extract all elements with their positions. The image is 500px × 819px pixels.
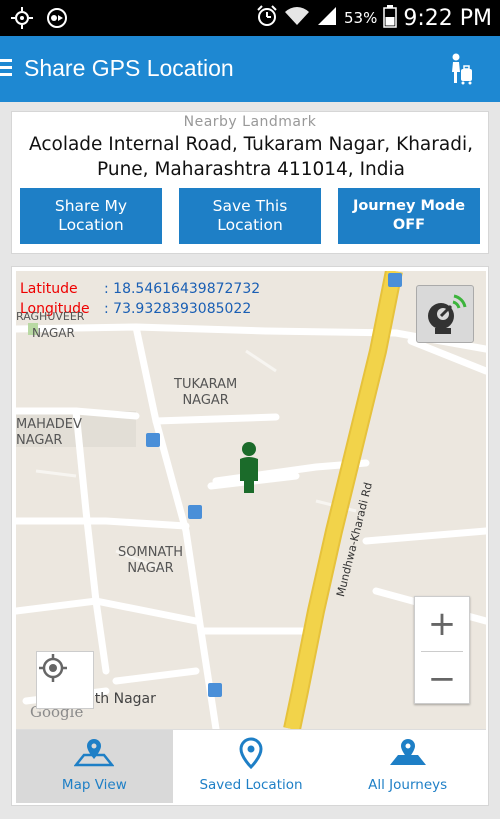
gps-signal-button[interactable]: [416, 285, 474, 343]
gps-icon: [10, 6, 34, 34]
map-label-raghuveer: RAGHUVEER NAGAR: [16, 310, 85, 340]
nav-saved-location[interactable]: Saved Location: [173, 730, 330, 803]
nav-label-map-view: Map View: [61, 777, 127, 793]
wifi-icon: [284, 5, 310, 31]
map-card: Google Latitude: 18.54616439872732 Longi…: [11, 266, 489, 806]
share-button-label-1: Share My: [54, 197, 128, 215]
save-button-label-2: Location: [217, 216, 283, 234]
app-bar: Share GPS Location: [0, 36, 500, 102]
latitude-value: : 18.54616439872732: [104, 281, 261, 297]
battery-percent: 53%: [344, 9, 378, 27]
map-label-mahadev: MAHADEV NAGAR: [16, 417, 82, 448]
menu-icon[interactable]: [0, 59, 14, 81]
map-icon: [74, 739, 115, 767]
app-title: Share GPS Location: [24, 55, 234, 81]
nav-map-view[interactable]: Map View: [16, 730, 173, 803]
status-time: 9:22 PM: [403, 5, 492, 31]
bottom-nav: Map View Saved Location All Journeys: [16, 729, 486, 803]
landmark-title: Nearby Landmark: [183, 114, 317, 130]
nav-all-journeys[interactable]: All Journeys: [329, 730, 486, 803]
zoom-out-button[interactable]: −: [415, 652, 469, 706]
landmark-card: Nearby Landmark Acolade Internal Road, T…: [11, 111, 489, 254]
zoom-controls: + −: [414, 596, 470, 704]
journey-button-label-1: Journey Mode: [352, 198, 466, 214]
my-location-button[interactable]: [36, 651, 94, 709]
nav-label-all-journeys: All Journeys: [368, 777, 448, 793]
longitude-value: : 73.9328393085022: [104, 301, 252, 317]
address-line-2: Pune, Maharashtra 411014, India: [97, 159, 405, 180]
signal-icon: [316, 5, 338, 31]
map-view[interactable]: Google Latitude: 18.54616439872732 Longi…: [16, 271, 486, 729]
latitude-label: Latitude: [20, 281, 78, 297]
alarm-icon: [256, 5, 278, 31]
save-button-label-1: Save This: [212, 197, 288, 215]
satellite-dish-icon: [428, 294, 467, 334]
crosshair-icon: [39, 654, 67, 682]
route-map-icon: [389, 739, 426, 765]
voicemail-icon: [44, 6, 70, 34]
zoom-in-button[interactable]: +: [415, 597, 469, 651]
journey-mode-button[interactable]: Journey Mode OFF: [338, 188, 480, 244]
nav-label-saved-location: Saved Location: [199, 777, 303, 793]
share-button-label-2: Location: [58, 216, 124, 234]
traveler-icon[interactable]: [442, 52, 476, 86]
journey-button-label-2: OFF: [392, 217, 426, 233]
map-label-somnath: SOMNATH NAGAR: [118, 545, 184, 576]
address-line-1: Acolade Internal Road, Tukaram Nagar, Kh…: [29, 134, 473, 155]
map-label-tukaram: TUKARAM NAGAR: [174, 377, 238, 408]
share-location-button[interactable]: Share My Location: [20, 188, 162, 244]
save-location-button[interactable]: Save This Location: [179, 188, 321, 244]
battery-icon: [383, 4, 398, 32]
landmark-address: Acolade Internal Road, Tukaram Nagar, Kh…: [14, 132, 488, 182]
location-pin-icon: [239, 737, 263, 769]
status-bar: 53% 9:22 PM: [0, 0, 500, 36]
